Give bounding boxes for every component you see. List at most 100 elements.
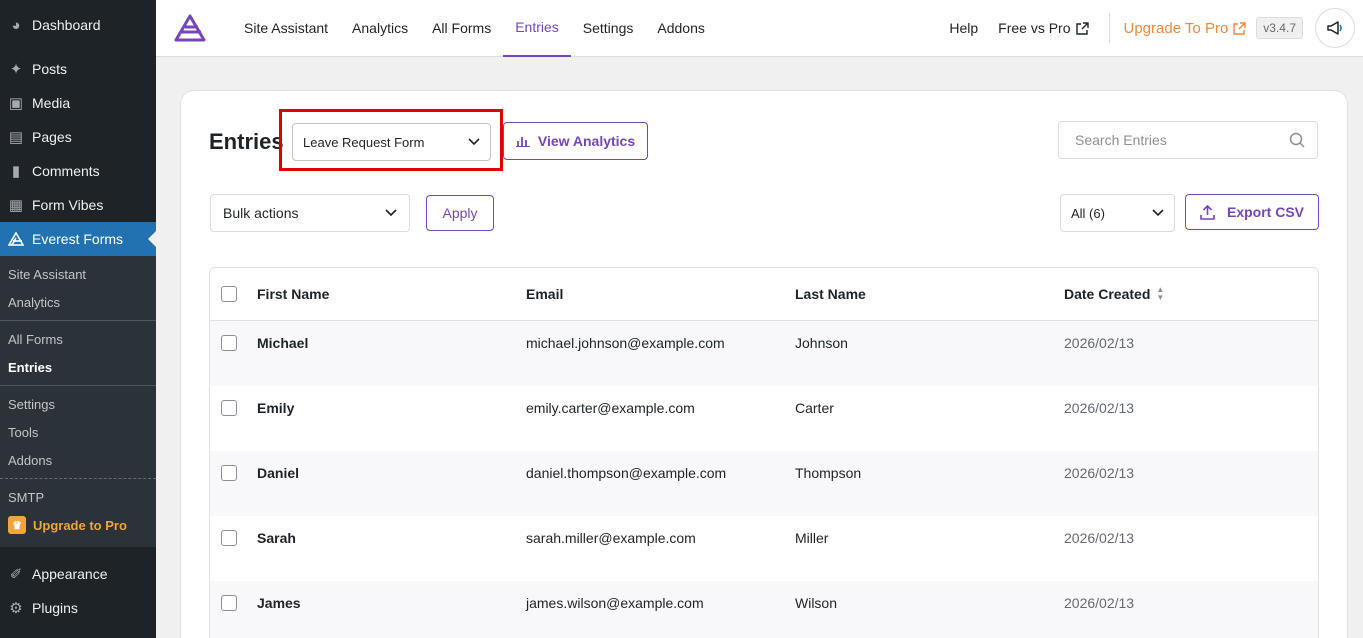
submenu-addons[interactable]: Addons bbox=[0, 446, 156, 474]
entries-card: Entries Leave Request Form View Analytic… bbox=[180, 90, 1348, 638]
sidebar-item-label: Everest Forms bbox=[32, 231, 124, 247]
cell-first-name[interactable]: Sarah bbox=[257, 530, 526, 546]
free-vs-pro-link[interactable]: Free vs Pro bbox=[998, 20, 1089, 36]
row-checkbox[interactable] bbox=[221, 335, 237, 351]
column-header-date-created[interactable]: Date Created ▲ ▼ bbox=[1064, 286, 1164, 303]
announcements-button[interactable] bbox=[1315, 8, 1355, 48]
table-body: Michael michael.johnson@example.com John… bbox=[210, 321, 1318, 638]
bar-chart-icon bbox=[515, 135, 530, 147]
apply-button[interactable]: Apply bbox=[426, 195, 494, 231]
sidebar-item-media[interactable]: ▣ Media bbox=[0, 86, 156, 120]
chevron-down-icon bbox=[468, 138, 480, 146]
comments-icon: ▮ bbox=[11, 163, 21, 180]
tab-addons[interactable]: Addons bbox=[645, 0, 716, 57]
search-input[interactable] bbox=[1075, 132, 1289, 148]
admin-sidebar: ◕ Dashboard ✦ Posts ▣ Media ▤ Pages ▮ Co… bbox=[0, 0, 156, 638]
media-icon: ▣ bbox=[8, 95, 24, 112]
submenu-upgrade-label: Upgrade to Pro bbox=[33, 517, 127, 533]
row-checkbox[interactable] bbox=[221, 595, 237, 611]
sidebar-item-form-vibes[interactable]: ▦ Form Vibes bbox=[0, 188, 156, 222]
cell-first-name[interactable]: Emily bbox=[257, 400, 526, 416]
tab-analytics[interactable]: Analytics bbox=[340, 0, 420, 57]
row-checkbox[interactable] bbox=[221, 465, 237, 481]
tab-all-forms[interactable]: All Forms bbox=[420, 0, 503, 57]
cell-first-name[interactable]: Michael bbox=[257, 335, 526, 351]
cell-first-name[interactable]: Daniel bbox=[257, 465, 526, 481]
sidebar-item-label: Pages bbox=[32, 129, 72, 145]
table-row: Michael michael.johnson@example.com John… bbox=[210, 321, 1318, 386]
upgrade-to-pro-link[interactable]: Upgrade To Pro bbox=[1124, 20, 1247, 37]
bulk-actions-select[interactable]: Bulk actions bbox=[210, 194, 410, 232]
table-header-row: First Name Email Last Name Date Created … bbox=[210, 268, 1318, 321]
row-checkbox[interactable] bbox=[221, 530, 237, 546]
cell-last-name: Wilson bbox=[795, 595, 838, 611]
cell-email: michael.johnson@example.com bbox=[526, 335, 725, 351]
submenu-upgrade-to-pro[interactable]: ♛ Upgrade to Pro bbox=[0, 511, 156, 539]
table-row: Emily emily.carter@example.com Carter 20… bbox=[210, 386, 1318, 451]
sidebar-item-comments[interactable]: ▮ Comments bbox=[0, 154, 156, 188]
form-vibes-icon: ▦ bbox=[8, 197, 24, 214]
tab-settings[interactable]: Settings bbox=[571, 0, 646, 57]
cell-date-created: 2026/02/13 bbox=[1064, 400, 1135, 416]
dashboard-icon: ◕ bbox=[11, 16, 21, 34]
free-vs-pro-label: Free vs Pro bbox=[998, 20, 1071, 36]
search-icon[interactable] bbox=[1289, 132, 1305, 148]
submenu-divider bbox=[0, 478, 156, 479]
everest-forms-submenu: Site Assistant Analytics All Forms Entri… bbox=[0, 256, 156, 547]
sort-icon[interactable]: ▲ ▼ bbox=[1156, 286, 1164, 302]
sidebar-item-plugins[interactable]: ⚙ Plugins bbox=[0, 591, 156, 625]
external-link-icon bbox=[1075, 21, 1089, 35]
submenu-analytics[interactable]: Analytics bbox=[0, 288, 156, 316]
sidebar-item-posts[interactable]: ✦ Posts bbox=[0, 52, 156, 86]
status-filter-value: All (6) bbox=[1071, 205, 1105, 221]
submenu-site-assistant[interactable]: Site Assistant bbox=[0, 260, 156, 288]
column-header-email[interactable]: Email bbox=[526, 286, 795, 302]
help-link[interactable]: Help bbox=[949, 20, 978, 36]
plugins-icon: ⚙ bbox=[9, 600, 23, 617]
view-analytics-label: View Analytics bbox=[537, 133, 636, 149]
sidebar-item-label: Form Vibes bbox=[32, 197, 104, 213]
topbar-divider bbox=[1108, 13, 1110, 43]
submenu-smtp[interactable]: SMTP bbox=[0, 483, 156, 511]
view-analytics-button[interactable]: View Analytics bbox=[503, 122, 648, 160]
column-header-last-name[interactable]: Last Name bbox=[795, 286, 1064, 302]
crown-icon: ♛ bbox=[8, 516, 26, 534]
export-csv-button[interactable]: Export CSV bbox=[1185, 194, 1319, 230]
cell-first-name[interactable]: James bbox=[257, 595, 526, 611]
row-checkbox[interactable] bbox=[221, 400, 237, 416]
external-link-icon bbox=[1233, 21, 1246, 35]
table-row: Sarah sarah.miller@example.com Miller 20… bbox=[210, 516, 1318, 581]
tab-site-assistant[interactable]: Site Assistant bbox=[232, 0, 340, 57]
select-all-checkbox[interactable] bbox=[221, 286, 237, 302]
submenu-settings[interactable]: Settings bbox=[0, 390, 156, 418]
cell-date-created: 2026/02/13 bbox=[1064, 335, 1135, 351]
status-filter-select[interactable]: All (6) bbox=[1060, 194, 1175, 232]
sidebar-item-dashboard[interactable]: ◕ Dashboard bbox=[0, 8, 156, 42]
sidebar-item-appearance[interactable]: ✐ Appearance bbox=[0, 557, 156, 591]
form-select-dropdown[interactable]: Leave Request Form bbox=[292, 123, 491, 161]
pages-icon: ▤ bbox=[8, 129, 24, 146]
upgrade-to-pro-label: Upgrade To Pro bbox=[1123, 19, 1229, 37]
submenu-tools[interactable]: Tools bbox=[0, 418, 156, 446]
tab-entries[interactable]: Entries bbox=[503, 0, 571, 57]
page-title: Entries bbox=[209, 129, 284, 154]
cell-date-created: 2026/02/13 bbox=[1064, 595, 1135, 611]
sidebar-item-label: Posts bbox=[32, 61, 68, 77]
sidebar-item-pages[interactable]: ▤ Pages bbox=[0, 120, 156, 154]
everest-forms-logo[interactable] bbox=[174, 14, 206, 42]
plugin-topbar: Site Assistant Analytics All Forms Entri… bbox=[156, 0, 1363, 57]
column-header-first-name[interactable]: First Name bbox=[257, 286, 526, 302]
submenu-all-forms[interactable]: All Forms bbox=[0, 325, 156, 353]
form-select-value: Leave Request Form bbox=[303, 134, 425, 150]
upload-icon bbox=[1200, 204, 1215, 220]
megaphone-icon bbox=[1327, 21, 1342, 35]
sidebar-item-label: Appearance bbox=[32, 566, 108, 582]
sidebar-item-label: Comments bbox=[32, 163, 100, 179]
export-csv-label: Export CSV bbox=[1226, 204, 1304, 220]
sidebar-item-label: Media bbox=[32, 95, 71, 111]
submenu-divider bbox=[0, 320, 156, 321]
sidebar-item-label: Plugins bbox=[32, 600, 78, 616]
sidebar-item-everest-forms[interactable]: Everest Forms bbox=[0, 222, 156, 256]
submenu-entries[interactable]: Entries bbox=[0, 353, 156, 381]
topbar-right: Help Free vs Pro Upgrade To Pro v3.4.7 bbox=[949, 0, 1363, 57]
